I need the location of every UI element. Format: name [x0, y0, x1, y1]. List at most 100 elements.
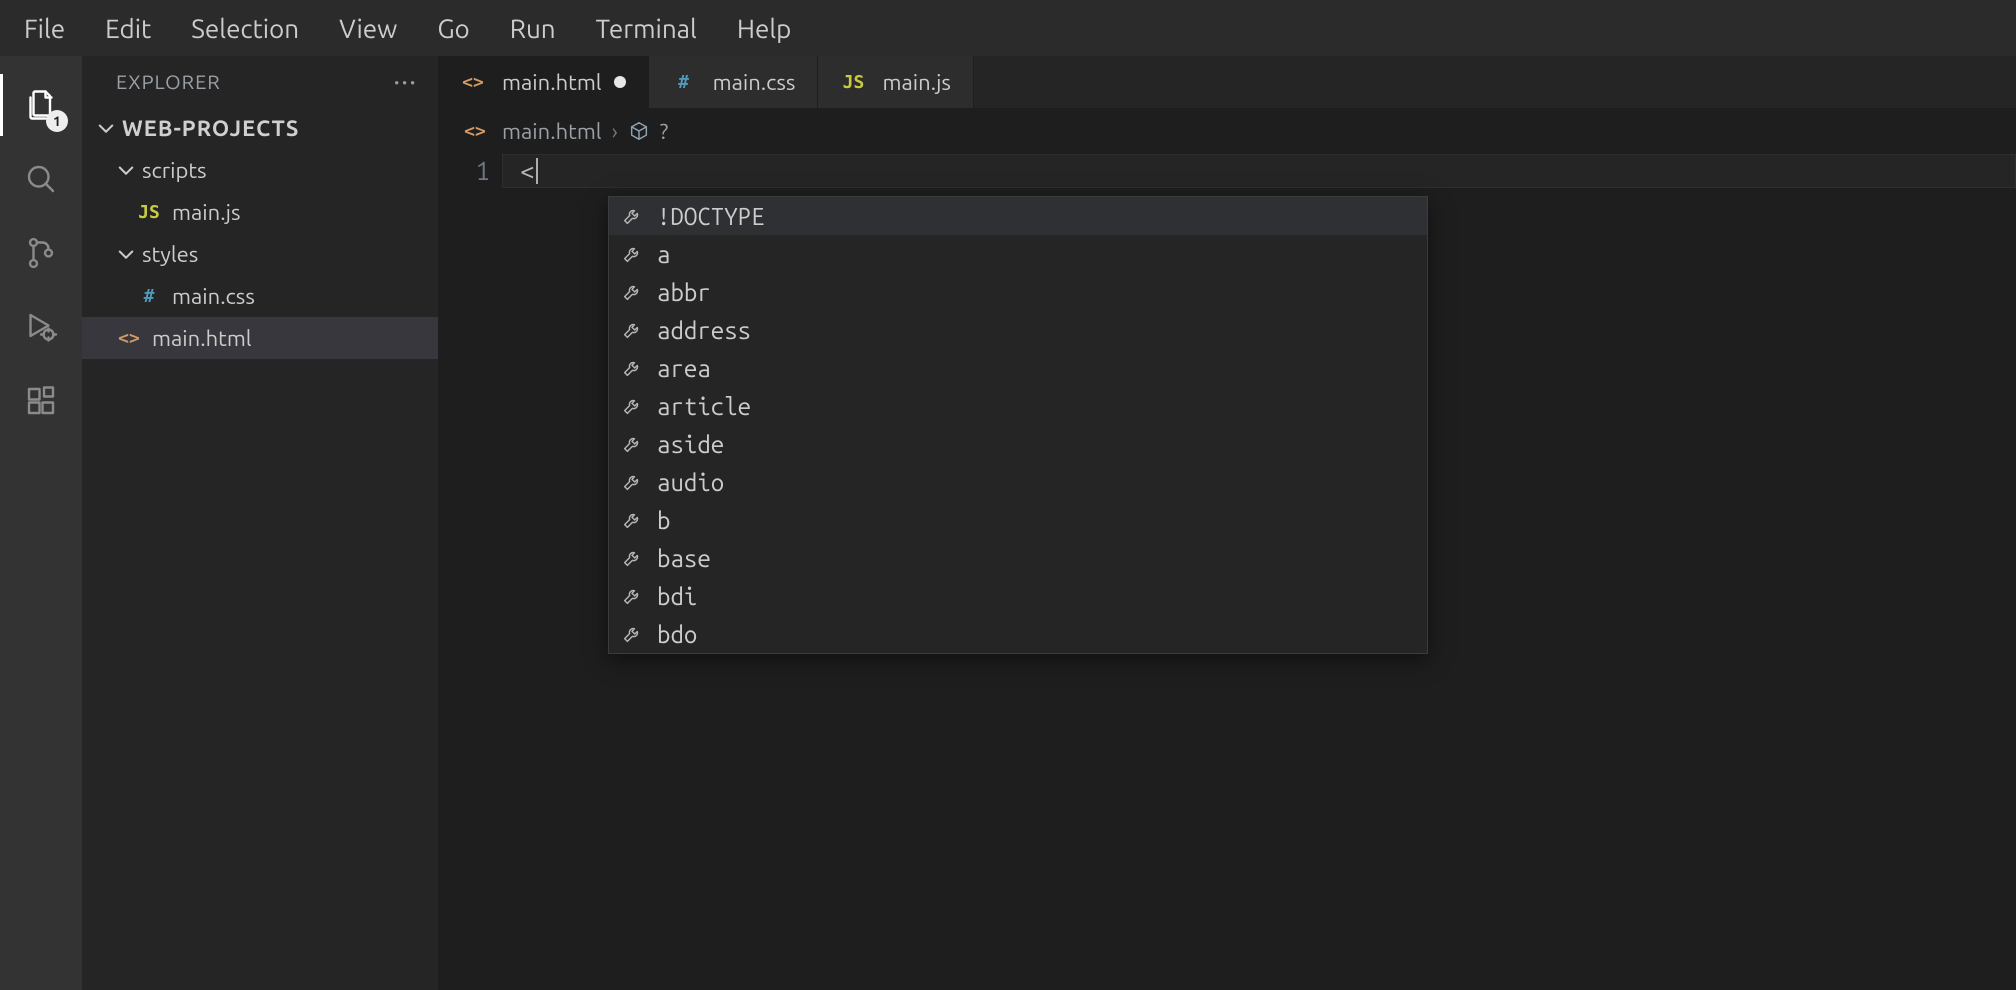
- explorer-panel: EXPLORER ··· WEB-PROJECTS scripts JS main.…: [82, 56, 438, 990]
- activity-run-debug[interactable]: [16, 302, 66, 352]
- code-text: <: [520, 156, 535, 185]
- wrench-icon: [621, 319, 643, 341]
- chevron-down-icon: [96, 118, 116, 138]
- text-editor[interactable]: 1 < !DOCTYPE a abbr address area article aside…: [438, 154, 2016, 990]
- suggest-item[interactable]: bdo: [609, 615, 1427, 653]
- editor-tab-main-css[interactable]: # main.css: [649, 56, 819, 108]
- wrench-icon: [621, 509, 643, 531]
- wrench-icon: [621, 433, 643, 455]
- breadcrumb-file: main.html: [502, 119, 602, 144]
- wrench-icon: [621, 623, 643, 645]
- wrench-icon: [621, 585, 643, 607]
- html-file-icon: <>: [462, 121, 488, 142]
- js-file-icon: JS: [840, 72, 866, 93]
- tree-file-main-js[interactable]: JS main.js: [82, 191, 438, 233]
- js-file-icon: JS: [136, 202, 162, 223]
- tree-folder-styles[interactable]: styles: [82, 233, 438, 275]
- activity-source-control[interactable]: [16, 228, 66, 278]
- tree-file-main-html[interactable]: <> main.html: [82, 317, 438, 359]
- suggest-label: area: [657, 355, 711, 382]
- wrench-icon: [621, 281, 643, 303]
- suggest-item[interactable]: bdi: [609, 577, 1427, 615]
- tree-label: scripts: [142, 158, 207, 183]
- explorer-header: EXPLORER ···: [82, 56, 438, 103]
- explorer-more-actions[interactable]: ···: [394, 70, 418, 93]
- tree-label: styles: [142, 242, 198, 267]
- workbench: 1 EXPLORER: [0, 56, 2016, 990]
- activity-search[interactable]: [16, 154, 66, 204]
- wrench-icon: [621, 547, 643, 569]
- css-file-icon: #: [671, 72, 697, 93]
- chevron-down-icon: [116, 244, 136, 264]
- menu-item-run[interactable]: Run: [492, 8, 574, 49]
- html-file-icon: <>: [460, 72, 486, 93]
- breadcrumb[interactable]: <> main.html › ?: [438, 108, 2016, 154]
- file-tree: WEB-PROJECTS scripts JS main.js styles # main…: [82, 103, 438, 359]
- suggest-label: a: [657, 241, 670, 268]
- wrench-icon: [621, 205, 643, 227]
- tree-file-main-css[interactable]: # main.css: [82, 275, 438, 317]
- tree-label: main.js: [172, 200, 241, 225]
- tab-label: main.css: [713, 70, 796, 95]
- caret: [536, 158, 538, 184]
- suggest-label: article: [657, 393, 751, 420]
- line-gutter: 1: [438, 154, 502, 990]
- activity-extensions[interactable]: [16, 376, 66, 426]
- suggest-label: abbr: [657, 279, 711, 306]
- suggest-item[interactable]: b: [609, 501, 1427, 539]
- tree-label: main.css: [172, 284, 255, 309]
- activity-explorer[interactable]: 1: [16, 80, 66, 130]
- explorer-title: EXPLORER: [116, 70, 221, 93]
- explorer-badge: 1: [46, 110, 68, 132]
- suggest-item[interactable]: abbr: [609, 273, 1427, 311]
- tree-label: main.html: [152, 326, 252, 351]
- tree-folder-scripts[interactable]: scripts: [82, 149, 438, 191]
- symbol-icon: [628, 120, 650, 142]
- suggest-widget[interactable]: !DOCTYPE a abbr address area article aside audi…: [608, 196, 1428, 654]
- breadcrumb-separator: ›: [612, 119, 618, 144]
- html-file-icon: <>: [116, 328, 142, 349]
- search-icon: [23, 161, 59, 197]
- tab-label: main.js: [882, 70, 951, 95]
- suggest-item[interactable]: address: [609, 311, 1427, 349]
- suggest-item[interactable]: aside: [609, 425, 1427, 463]
- suggest-label: aside: [657, 431, 724, 458]
- suggest-item[interactable]: base: [609, 539, 1427, 577]
- wrench-icon: [621, 395, 643, 417]
- suggest-label: address: [657, 317, 751, 344]
- css-file-icon: #: [136, 286, 162, 307]
- suggest-item[interactable]: article: [609, 387, 1427, 425]
- menu-item-edit[interactable]: Edit: [87, 8, 169, 49]
- menu-item-go[interactable]: Go: [419, 8, 487, 49]
- menu-item-help[interactable]: Help: [719, 8, 810, 49]
- menu-item-file[interactable]: File: [6, 8, 83, 49]
- code-line[interactable]: <: [502, 154, 2016, 188]
- suggest-label: audio: [657, 469, 724, 496]
- wrench-icon: [621, 357, 643, 379]
- suggest-item[interactable]: a: [609, 235, 1427, 273]
- suggest-item[interactable]: audio: [609, 463, 1427, 501]
- line-number: 1: [438, 154, 490, 188]
- editor-tab-main-js[interactable]: JS main.js: [818, 56, 974, 108]
- debug-icon: [23, 309, 59, 345]
- suggest-item[interactable]: area: [609, 349, 1427, 387]
- menu-item-selection[interactable]: Selection: [173, 8, 317, 49]
- suggest-label: bdo: [657, 621, 697, 648]
- activity-bar: 1: [0, 56, 82, 990]
- wrench-icon: [621, 243, 643, 265]
- tree-project-root[interactable]: WEB-PROJECTS: [82, 107, 438, 149]
- chevron-down-icon: [116, 160, 136, 180]
- suggest-label: base: [657, 545, 711, 572]
- suggest-label: !DOCTYPE: [657, 203, 765, 230]
- source-control-icon: [23, 235, 59, 271]
- editor-tab-main-html[interactable]: <> main.html: [438, 56, 649, 108]
- menu-item-terminal[interactable]: Terminal: [578, 8, 715, 49]
- suggest-item[interactable]: !DOCTYPE: [609, 197, 1427, 235]
- dirty-indicator-icon: [614, 76, 626, 88]
- wrench-icon: [621, 471, 643, 493]
- menu-item-view[interactable]: View: [321, 8, 415, 49]
- menu-bar: FileEditSelectionViewGoRunTerminalHelp: [0, 0, 2016, 56]
- suggest-label: bdi: [657, 583, 697, 610]
- tab-label: main.html: [502, 70, 602, 95]
- editor-tab-bar: <> main.html # main.css JS main.js: [438, 56, 2016, 108]
